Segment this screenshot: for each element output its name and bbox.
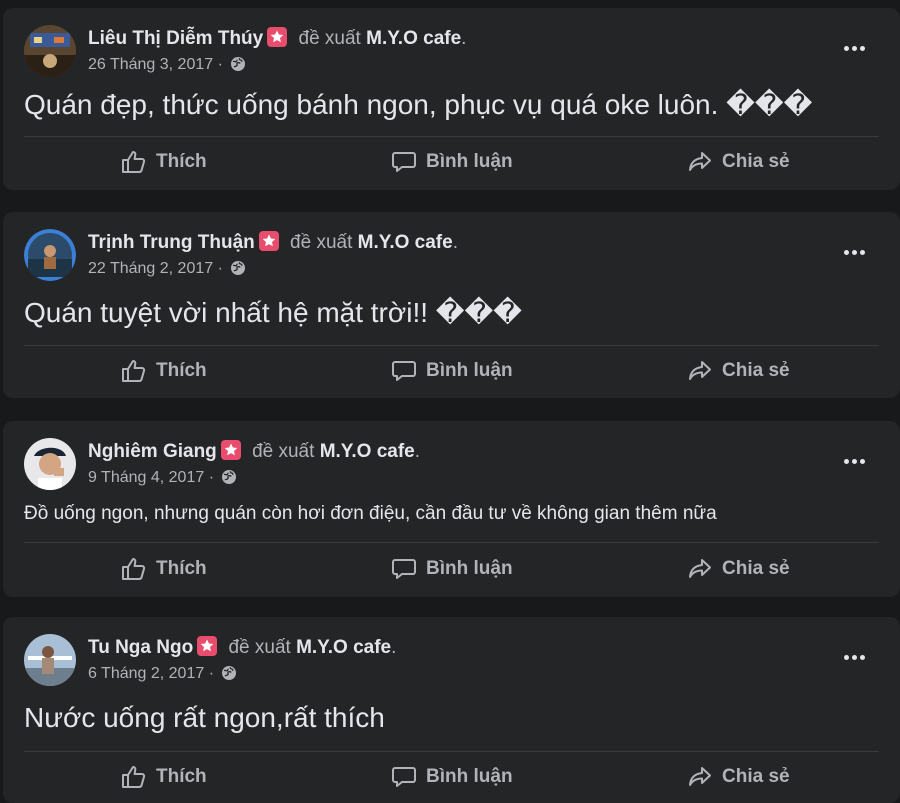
share-icon (689, 152, 711, 171)
divider (24, 136, 879, 137)
post-header: Nghiêm Giang đề xuất M.Y.O cafe. (88, 439, 420, 465)
more-options-icon[interactable] (844, 38, 872, 54)
author-name[interactable]: Nghiêm Giang (88, 441, 217, 462)
like-button[interactable]: Thích (121, 150, 207, 174)
recommend-icon (197, 636, 218, 656)
recommend-text: đề xuất (252, 441, 315, 462)
thumbs-up-icon (122, 151, 146, 173)
share-button[interactable]: Chia sẻ (687, 150, 790, 174)
thumbs-up-icon (122, 360, 146, 382)
divider (24, 542, 879, 543)
comment-button[interactable]: Bình luận (391, 765, 513, 789)
share-button[interactable]: Chia sẻ (687, 765, 790, 789)
comment-label: Bình luận (426, 558, 513, 579)
separator: · (208, 469, 215, 486)
more-options-icon[interactable] (844, 647, 872, 663)
comment-icon (392, 152, 416, 172)
like-label: Thích (156, 151, 207, 172)
recommend-icon (267, 27, 288, 47)
author-name[interactable]: Trịnh Trung Thuận (88, 232, 255, 253)
recommend-text: đề xuất (298, 28, 361, 49)
review-post: Nghiêm Giang đề xuất M.Y.O cafe. 9 Tháng… (3, 421, 900, 597)
period: . (452, 232, 458, 253)
post-date[interactable]: 26 Tháng 3, 2017 (88, 56, 213, 73)
comment-icon (392, 361, 416, 381)
share-icon (689, 361, 711, 380)
page-name-link[interactable]: M.Y.O cafe (358, 232, 453, 253)
comment-button[interactable]: Bình luận (391, 150, 513, 174)
post-text: Đồ uống ngon, nhưng quán còn hơi đơn điệ… (24, 503, 717, 524)
page-name-link[interactable]: M.Y.O cafe (296, 637, 391, 658)
share-button[interactable]: Chia sẻ (687, 359, 790, 383)
like-label: Thích (156, 766, 207, 787)
comment-button[interactable]: Bình luận (391, 359, 513, 383)
post-meta: 22 Tháng 2, 2017 · (88, 259, 246, 279)
post-text: Quán đẹp, thức uống bánh ngon, phục vụ q… (24, 89, 813, 120)
review-post: Trịnh Trung Thuận đề xuất M.Y.O cafe. 22… (3, 212, 900, 398)
more-options-icon[interactable] (844, 451, 872, 467)
page-name-link[interactable]: M.Y.O cafe (366, 28, 461, 49)
review-post: Tu Nga Ngo đề xuất M.Y.O cafe. 6 Tháng 2… (3, 617, 900, 803)
post-text: Quán tuyệt vời nhất hệ mặt trời!! ��� (24, 297, 522, 328)
like-label: Thích (156, 558, 207, 579)
divider (24, 345, 879, 346)
comment-icon (392, 767, 416, 787)
post-meta: 26 Tháng 3, 2017 · (88, 55, 246, 75)
period: . (414, 441, 421, 462)
post-header: Tu Nga Ngo đề xuất M.Y.O cafe. (88, 635, 396, 661)
thumbs-up-icon (122, 558, 146, 580)
review-post: Liêu Thị Diễm Thúy đề xuất M.Y.O cafe. 2… (3, 8, 900, 190)
share-label: Chia sẻ (722, 766, 790, 787)
comment-button[interactable]: Bình luận (391, 557, 513, 581)
separator: · (208, 665, 215, 682)
post-date[interactable]: 9 Tháng 4, 2017 (88, 469, 204, 486)
like-button[interactable]: Thích (121, 765, 207, 789)
globe-icon (231, 57, 246, 71)
share-button[interactable]: Chia sẻ (687, 557, 790, 581)
recommend-icon (258, 231, 279, 251)
post-text: Nước uống rất ngon,rất thích (24, 702, 385, 733)
like-button[interactable]: Thích (121, 359, 207, 383)
globe-icon (222, 470, 237, 484)
post-header: Trịnh Trung Thuận đề xuất M.Y.O cafe. (88, 230, 458, 256)
post-meta: 6 Tháng 2, 2017 · (88, 664, 237, 684)
avatar[interactable] (24, 634, 76, 686)
period: . (391, 637, 397, 658)
avatar[interactable] (24, 25, 76, 77)
share-label: Chia sẻ (722, 151, 790, 172)
comment-label: Bình luận (426, 360, 513, 381)
comment-label: Bình luận (426, 766, 513, 787)
post-meta: 9 Tháng 4, 2017 · (88, 468, 237, 488)
author-name[interactable]: Liêu Thị Diễm Thúy (88, 28, 263, 49)
recommend-icon (220, 440, 241, 460)
comment-icon (392, 559, 416, 579)
share-label: Chia sẻ (722, 558, 790, 579)
recommend-text: đề xuất (290, 232, 353, 253)
avatar[interactable] (24, 438, 76, 490)
post-date[interactable]: 6 Tháng 2, 2017 (88, 665, 204, 682)
recommend-text: đề xuất (228, 637, 291, 658)
separator: · (217, 56, 223, 73)
separator: · (217, 260, 223, 277)
author-name[interactable]: Tu Nga Ngo (88, 637, 193, 658)
period: . (461, 28, 467, 49)
globe-icon (231, 261, 246, 275)
post-date[interactable]: 22 Tháng 2, 2017 (88, 260, 213, 277)
divider (24, 751, 879, 752)
share-label: Chia sẻ (722, 360, 790, 381)
thumbs-up-icon (122, 766, 146, 788)
share-icon (689, 767, 711, 786)
more-options-icon[interactable] (844, 242, 872, 258)
share-icon (689, 559, 711, 578)
like-label: Thích (156, 360, 207, 381)
like-button[interactable]: Thích (121, 557, 207, 581)
page-name-link[interactable]: M.Y.O cafe (320, 441, 415, 462)
comment-label: Bình luận (426, 151, 513, 172)
globe-icon (222, 666, 237, 680)
avatar[interactable] (24, 229, 76, 281)
post-header: Liêu Thị Diễm Thúy đề xuất M.Y.O cafe. (88, 26, 466, 52)
